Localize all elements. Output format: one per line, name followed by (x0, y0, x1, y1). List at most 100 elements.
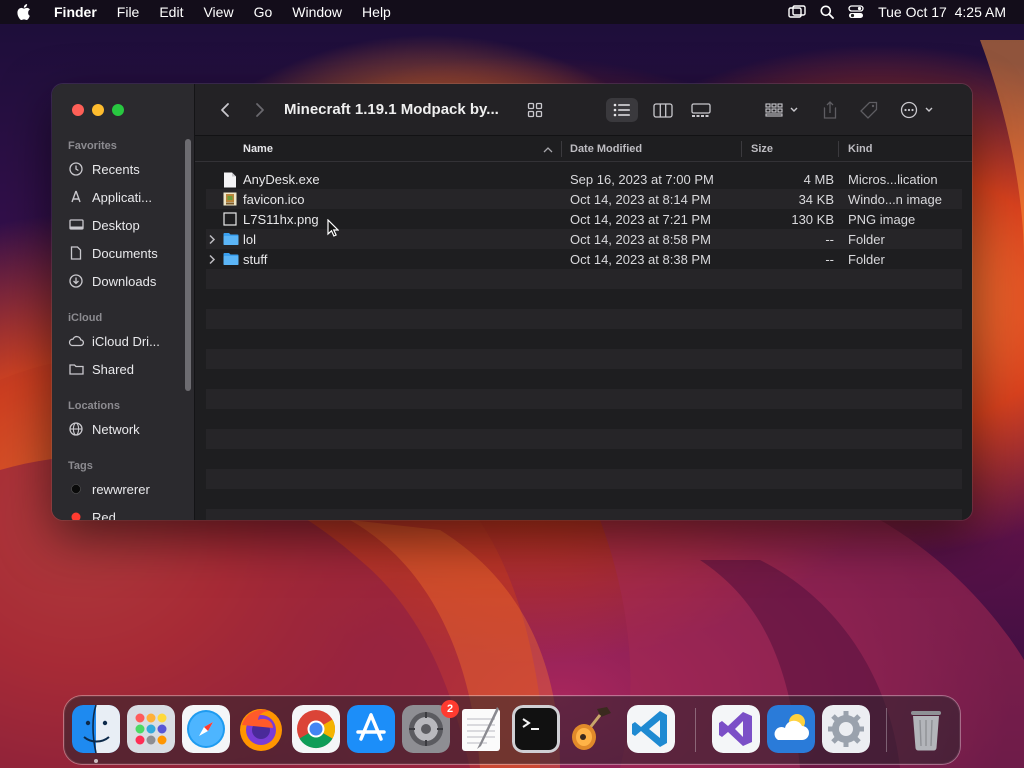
trash-icon[interactable] (902, 705, 950, 753)
empty-row (206, 269, 962, 289)
spotlight-search-icon[interactable] (820, 5, 835, 19)
window-controls (72, 104, 124, 116)
mouse-cursor-icon (327, 218, 340, 242)
back-button[interactable] (215, 98, 235, 122)
file-size: -- (825, 252, 834, 267)
file-row-favicon[interactable]: favicon.ico Oct 14, 2023 at 8:14 PM 34 K… (206, 189, 962, 209)
sidebar-item-applications[interactable]: Applicati... (68, 185, 186, 209)
sidebar-item-downloads[interactable]: Downloads (68, 269, 186, 293)
column-view-button[interactable] (649, 98, 677, 122)
file-size: 130 KB (791, 212, 834, 227)
column-date-modified[interactable]: Date Modified (570, 143, 642, 155)
apple-menu-icon[interactable] (0, 4, 48, 20)
sidebar-tag-red[interactable]: Red (68, 505, 186, 520)
menu-view[interactable]: View (193, 4, 243, 20)
textedit-icon[interactable] (457, 705, 505, 753)
folder-row-lol[interactable]: lol Oct 14, 2023 at 8:58 PM -- Folder (206, 229, 962, 249)
empty-row (206, 409, 962, 429)
file-date: Oct 14, 2023 at 7:21 PM (570, 212, 711, 227)
terminal-icon[interactable] (512, 705, 560, 753)
sidebar-item-network[interactable]: Network (68, 417, 186, 441)
settings-gear-icon[interactable] (822, 705, 870, 753)
finder-icon[interactable] (72, 705, 120, 753)
file-row-l7s11hx[interactable]: L7S11hx.png Oct 14, 2023 at 7:21 PM 130 … (206, 209, 962, 229)
column-name[interactable]: Name (243, 143, 273, 155)
sidebar-item-label: Applicati... (92, 189, 152, 205)
file-kind: Folder (848, 252, 885, 267)
sidebar-section-favorites: Favorites (68, 140, 117, 152)
file-size: 4 MB (803, 172, 834, 187)
control-center-icon[interactable] (848, 5, 864, 19)
file-kind: Micros...lication (848, 172, 938, 187)
menu-finder[interactable]: Finder (48, 4, 107, 20)
empty-row (206, 469, 962, 489)
forward-button[interactable] (250, 98, 270, 122)
group-by-button[interactable] (763, 98, 801, 122)
icon-view-button[interactable] (522, 98, 548, 122)
garageband-icon[interactable] (567, 705, 615, 753)
sidebar-section-locations: Locations (68, 400, 120, 412)
empty-row (206, 349, 962, 369)
desktop-icon (68, 217, 84, 233)
disclosure-chevron-icon[interactable] (208, 233, 216, 248)
sidebar-item-label: Downloads (92, 273, 157, 289)
file-kind: Folder (848, 232, 885, 247)
gallery-view-button[interactable] (687, 98, 715, 122)
safari-icon[interactable] (182, 705, 230, 753)
minimize-button[interactable] (92, 104, 104, 116)
sidebar-tag-rewwrerer[interactable]: rewwrerer (68, 477, 186, 501)
sidebar-item-shared[interactable]: Shared (68, 357, 186, 381)
folder-row-stuff[interactable]: stuff Oct 14, 2023 at 8:38 PM -- Folder (206, 249, 962, 269)
sidebar-item-label: Shared (92, 361, 134, 377)
tag-dot-icon (68, 509, 84, 520)
empty-row (206, 389, 962, 409)
menu-window[interactable]: Window (282, 4, 352, 20)
menu-go[interactable]: Go (244, 4, 283, 20)
file-name: favicon.ico (243, 192, 305, 207)
sidebar-item-label: Red (92, 509, 116, 521)
menu-help[interactable]: Help (352, 4, 401, 20)
sidebar-item-label: Network (92, 421, 140, 437)
sidebar-scrollbar[interactable] (185, 139, 191, 391)
menu-file[interactable]: File (107, 4, 150, 20)
sidebar-item-icloud-drive[interactable]: iCloud Dri... (68, 329, 186, 353)
launchpad-icon[interactable] (127, 705, 175, 753)
sidebar-item-label: Recents (92, 161, 140, 177)
screen-mirroring-icon[interactable] (788, 5, 806, 19)
sidebar-item-label: iCloud Dri... (92, 333, 160, 349)
chrome-icon[interactable] (292, 705, 340, 753)
more-actions-button[interactable] (899, 98, 937, 122)
sidebar-item-desktop[interactable]: Desktop (68, 213, 186, 237)
file-name: stuff (243, 252, 268, 267)
file-list-pane: Name Date Modified Size Kind AnyDesk.exe… (195, 136, 972, 520)
column-size[interactable]: Size (751, 143, 773, 155)
firefox-icon[interactable] (237, 705, 285, 753)
weather-icon[interactable] (767, 705, 815, 753)
sidebar-item-recents[interactable]: Recents (68, 157, 186, 181)
app-store-icon[interactable] (347, 705, 395, 753)
visual-studio-icon[interactable] (712, 705, 760, 753)
zoom-button[interactable] (112, 104, 124, 116)
file-row-anydesk[interactable]: AnyDesk.exe Sep 16, 2023 at 7:00 PM 4 MB… (206, 169, 962, 189)
share-button[interactable] (819, 98, 841, 122)
sidebar: Favorites Recents Applicati... Desktop D… (52, 84, 195, 520)
sort-ascending-icon[interactable] (543, 144, 553, 156)
sidebar-item-label: Documents (92, 245, 158, 261)
toolbar: Minecraft 1.19.1 Modpack by... (195, 84, 972, 136)
disclosure-chevron-icon[interactable] (208, 253, 216, 268)
vscode-icon[interactable] (627, 705, 675, 753)
column-divider[interactable] (838, 141, 839, 157)
menu-edit[interactable]: Edit (149, 4, 193, 20)
applications-icon (68, 189, 84, 205)
menubar-datetime[interactable]: Tue Oct 17 4:25 AM (878, 4, 1006, 20)
column-divider[interactable] (741, 141, 742, 157)
column-kind[interactable]: Kind (848, 143, 872, 155)
close-button[interactable] (72, 104, 84, 116)
tag-button[interactable] (857, 98, 881, 122)
empty-row (206, 289, 962, 309)
column-divider[interactable] (561, 141, 562, 157)
file-date: Oct 14, 2023 at 8:38 PM (570, 252, 711, 267)
list-view-button[interactable] (606, 98, 638, 122)
sidebar-item-documents[interactable]: Documents (68, 241, 186, 265)
empty-row (206, 369, 962, 389)
